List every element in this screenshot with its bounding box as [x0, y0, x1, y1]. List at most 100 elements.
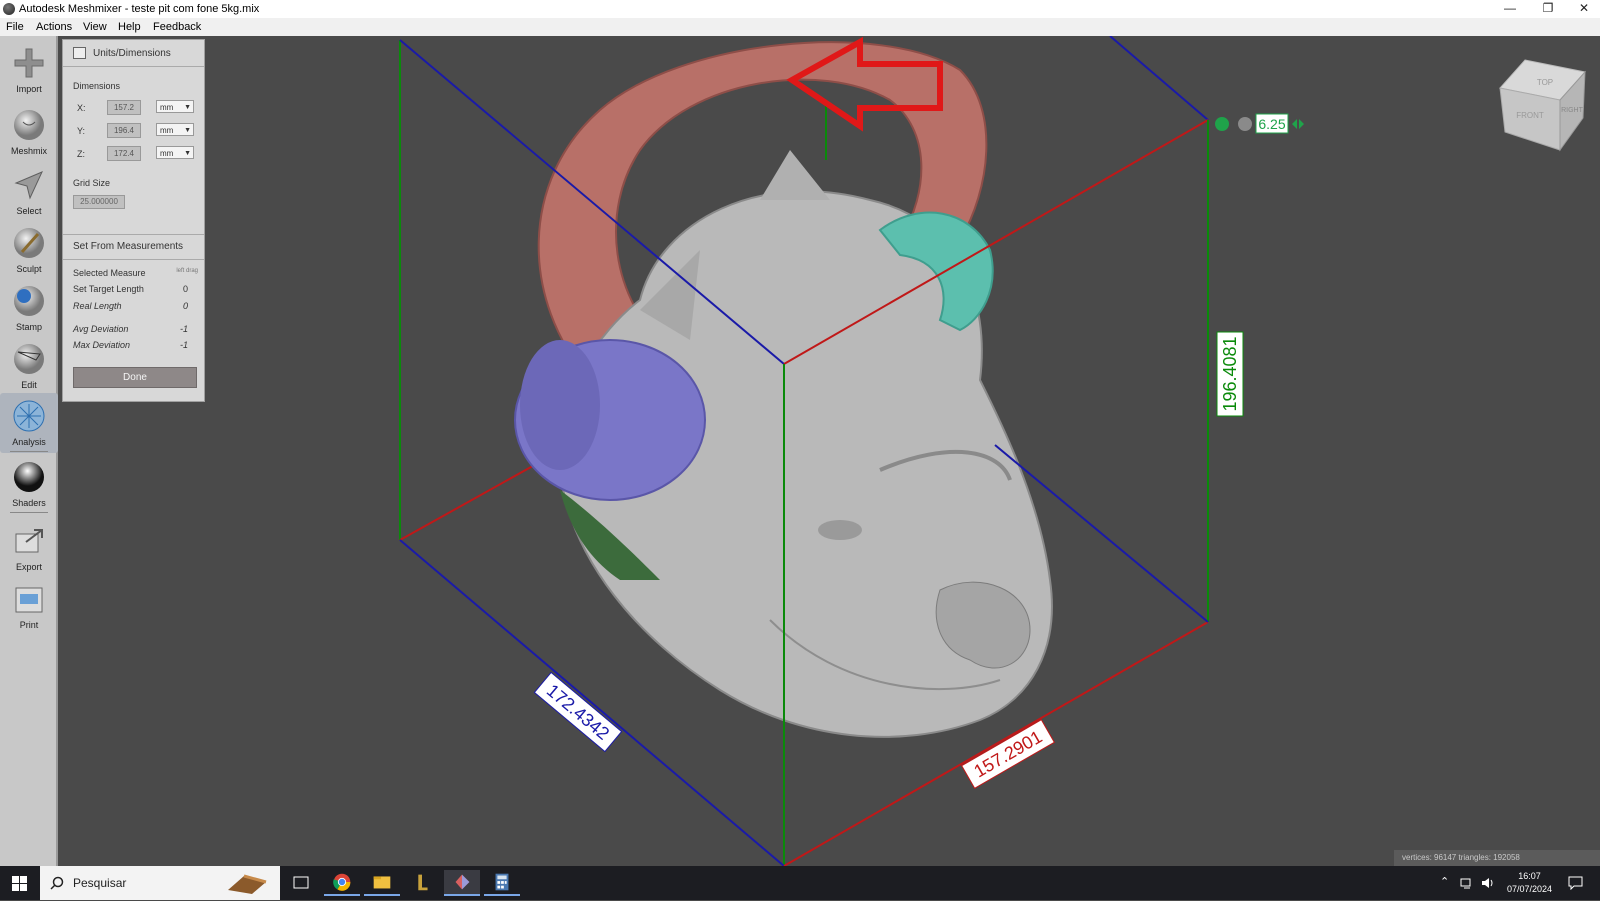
menu-feedback[interactable]: Feedback: [153, 21, 201, 33]
meshmixer-taskbar-icon[interactable]: [444, 870, 480, 896]
volume-icon[interactable]: [1480, 876, 1494, 890]
viewcube-right-label: RIGHT: [1561, 107, 1584, 114]
dimension-height-label: 196.4081: [1216, 331, 1244, 417]
import-icon: [14, 48, 44, 78]
maximize-button[interactable]: ❐: [1530, 0, 1566, 18]
tool-shaders[interactable]: Shaders: [0, 454, 58, 514]
field-value: 0: [182, 301, 188, 311]
set-from-measurements-label: Set From Measurements: [73, 241, 184, 252]
field-value: -1: [179, 340, 188, 350]
window-title: Autodesk Meshmixer - teste pit com fone …: [19, 3, 260, 15]
tool-print[interactable]: Print: [0, 576, 58, 636]
menu-file[interactable]: File: [6, 21, 24, 33]
network-icon[interactable]: [1460, 876, 1474, 890]
tool-select[interactable]: Select: [0, 162, 58, 222]
grid-size-field[interactable]: 25.000000: [73, 195, 125, 209]
tool-label: Import: [16, 84, 42, 94]
grid-toggle-icon[interactable]: [1238, 117, 1252, 131]
selected-measure-row: Selected Measure left drag: [73, 268, 198, 282]
dim-x-field[interactable]: 157.2: [107, 100, 141, 115]
tool-sculpt[interactable]: Sculpt: [0, 220, 58, 280]
shaders-icon: [14, 462, 44, 492]
max-deviation-row: Max Deviation -1: [73, 340, 198, 354]
field-label: Selected Measure: [73, 268, 146, 278]
system-clock[interactable]: 16:07 07/07/2024: [1507, 870, 1552, 896]
menu-view[interactable]: View: [83, 21, 107, 33]
dim-axis-label: Z:: [77, 149, 85, 159]
unit-select-z[interactable]: mm ▼: [156, 146, 194, 159]
meshmix-icon: [14, 110, 44, 140]
avg-deviation-row: Avg Deviation -1: [73, 324, 198, 338]
search-icon: [50, 876, 64, 890]
minimize-button[interactable]: —: [1492, 0, 1528, 18]
unit-value: mm: [160, 126, 174, 135]
dim-row-x: X: 157.2 mm ▼: [63, 100, 204, 116]
search-placeholder: Pesquisar: [73, 876, 127, 890]
dropdown-arrow-icon: ▼: [184, 104, 191, 111]
tool-export[interactable]: Export: [0, 518, 58, 578]
file-explorer-taskbar-icon[interactable]: [364, 870, 400, 896]
tool-label: Shaders: [12, 498, 46, 508]
done-button[interactable]: Done: [73, 367, 197, 388]
tool-label: Stamp: [15, 322, 42, 332]
svg-text:196.4081: 196.4081: [1220, 336, 1240, 411]
tool-label: Sculpt: [16, 264, 42, 274]
clock-time: 16:07: [1518, 871, 1541, 881]
taskbar-search[interactable]: Pesquisar: [40, 866, 280, 900]
task-view-button[interactable]: [283, 870, 319, 896]
game-launcher-taskbar-icon[interactable]: [404, 870, 440, 896]
grid-size-label: Grid Size: [73, 178, 111, 188]
tray-chevron-icon[interactable]: ⌃: [1440, 875, 1449, 888]
chrome-taskbar-icon[interactable]: [324, 870, 360, 896]
dim-axis-label: Y:: [77, 126, 86, 136]
panel-title: Units/Dimensions: [93, 48, 171, 59]
mesh-stats: vertices: 96147 triangles: 192058: [1394, 850, 1600, 866]
notifications-icon[interactable]: [1568, 876, 1583, 890]
field-value: -1: [179, 324, 188, 334]
edit-icon: [14, 344, 44, 374]
field-value[interactable]: 0: [183, 284, 188, 294]
meshmixer-logo-icon: [3, 3, 15, 15]
dim-z-field[interactable]: 172.4: [107, 146, 141, 161]
tool-meshmix[interactable]: Meshmix: [0, 102, 58, 162]
dim-y-field[interactable]: 196.4: [107, 123, 141, 138]
panel-divider: [63, 259, 204, 260]
tool-label: Select: [16, 206, 42, 216]
tool-label: Edit: [21, 380, 37, 390]
real-length-row: Real Length 0: [73, 301, 198, 315]
title-bar: Autodesk Meshmixer - teste pit com fone …: [0, 0, 1600, 18]
tool-analysis[interactable]: Analysis: [0, 393, 58, 453]
dim-row-z: Z: 172.4 mm ▼: [63, 146, 204, 162]
search-highlight-icon: [228, 874, 267, 894]
snap-toggle-icon[interactable]: [1215, 117, 1229, 131]
headphone-left-cup: [520, 340, 600, 470]
calculator-taskbar-icon[interactable]: [484, 870, 520, 896]
unit-select-x[interactable]: mm ▼: [156, 100, 194, 113]
tool-label: Export: [15, 562, 42, 572]
set-target-length-row[interactable]: Set Target Length 0: [73, 284, 198, 298]
dim-row-y: Y: 196.4 mm ▼: [63, 123, 204, 139]
dropdown-arrow-icon: ▼: [184, 150, 191, 157]
windows-start-icon[interactable]: [12, 876, 27, 891]
dropdown-arrow-icon: ▼: [184, 127, 191, 134]
field-label: Set Target Length: [73, 284, 144, 294]
units-dimensions-panel: Units/Dimensions Dimensions X: 157.2 mm ▼…: [62, 39, 205, 402]
tool-label: Print: [19, 620, 39, 630]
field-label: Avg Deviation: [73, 324, 129, 334]
unit-value: mm: [160, 103, 174, 112]
grid-spacing-value: 6.25: [1258, 116, 1285, 132]
select-icon: [14, 171, 43, 200]
close-button[interactable]: ✕: [1566, 0, 1600, 18]
menu-help[interactable]: Help: [118, 21, 141, 33]
viewport-3d[interactable]: 172.4342 157.2901 196.4081 6.25 TOP FRON…: [58, 36, 1600, 866]
viewcube-front-label: FRONT: [1516, 111, 1544, 120]
panel-collapse-icon[interactable]: [73, 47, 86, 59]
windows-taskbar: Pesquisar ⌃ 16:07 07/07/2024: [0, 866, 1600, 900]
tool-stamp[interactable]: Stamp: [0, 278, 58, 338]
stamp-icon: [14, 286, 44, 316]
tool-edit[interactable]: Edit: [0, 336, 58, 396]
tool-label: Meshmix: [10, 146, 47, 156]
tool-import[interactable]: Import: [0, 40, 58, 100]
unit-select-y[interactable]: mm ▼: [156, 123, 194, 136]
menu-actions[interactable]: Actions: [36, 21, 72, 33]
